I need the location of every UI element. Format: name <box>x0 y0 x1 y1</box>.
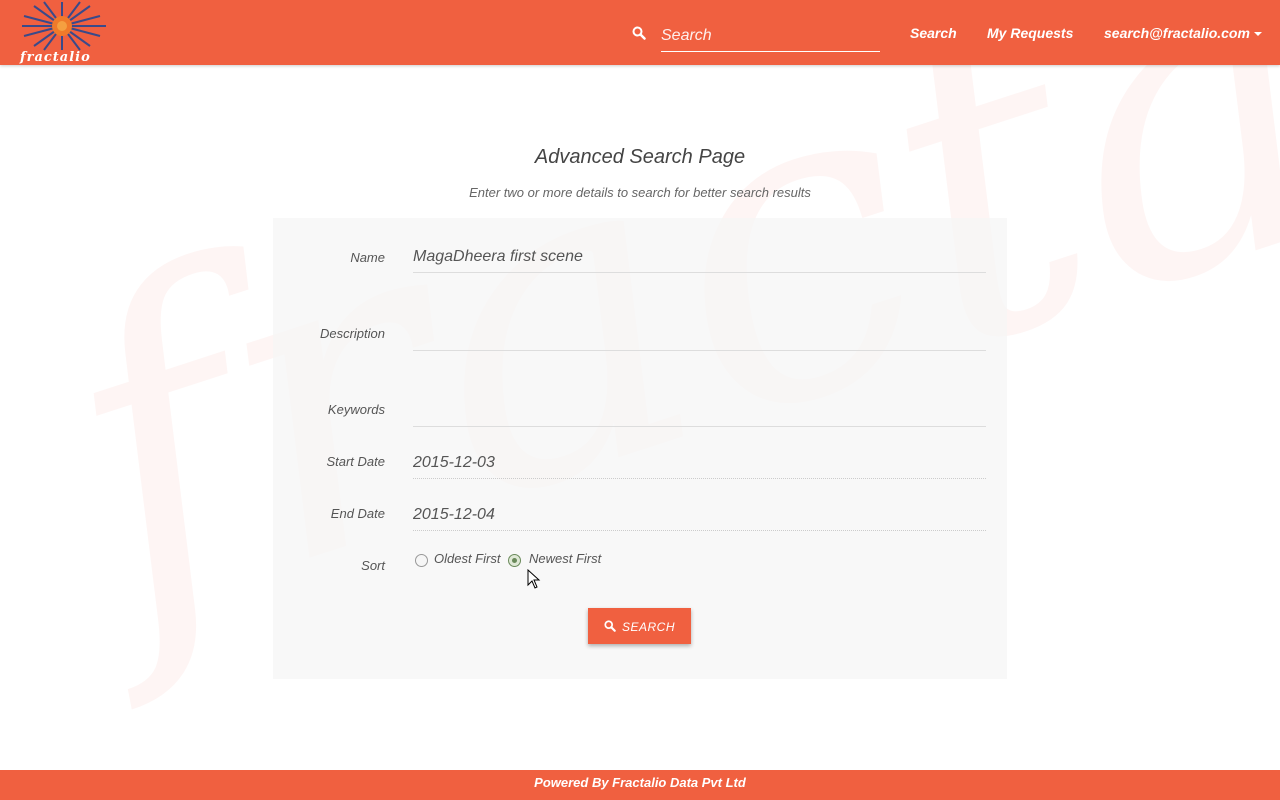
header-search-input[interactable] <box>661 20 880 52</box>
search-button-label: SEARCH <box>621 619 675 634</box>
nav-search-link[interactable]: Search <box>910 25 957 41</box>
search-button[interactable]: SEARCH <box>588 608 691 644</box>
page-subtitle: Enter two or more details to search for … <box>469 185 811 200</box>
sort-oldest-label[interactable]: Oldest First <box>434 551 500 566</box>
logo-mark-icon <box>22 1 106 51</box>
description-label: Description <box>319 326 385 341</box>
name-label: Name <box>350 250 385 265</box>
logo[interactable]: fractalio <box>14 0 114 65</box>
search-icon <box>604 620 616 633</box>
caret-down-icon <box>1253 32 1262 37</box>
description-field[interactable] <box>413 319 986 351</box>
user-menu-dropdown[interactable]: search@fractalio.com <box>1104 25 1262 41</box>
sort-label: Sort <box>361 558 385 573</box>
end-date-field[interactable] <box>413 499 986 531</box>
start-date-field[interactable] <box>413 447 986 479</box>
footer: Powered By Fractalio Data Pvt Ltd <box>0 770 1280 800</box>
name-field[interactable] <box>413 241 986 273</box>
sort-oldest-radio[interactable] <box>415 554 428 567</box>
logo-text: fractalio <box>20 50 91 65</box>
keywords-field[interactable] <box>413 395 986 427</box>
user-email: search@fractalio.com <box>1104 25 1250 41</box>
advanced-search-form: Name Description Keywords Start Date End… <box>273 218 1007 679</box>
top-navbar: fractalio Search My Requests search@frac… <box>0 0 1280 65</box>
sort-newest-radio[interactable] <box>508 554 521 567</box>
page-title: Advanced Search Page <box>534 146 746 168</box>
search-icon[interactable] <box>632 26 646 40</box>
mouse-pointer-icon <box>527 569 541 589</box>
start-date-label: Start Date <box>326 454 385 469</box>
sort-newest-label[interactable]: Newest First <box>529 551 601 566</box>
nav-my-requests-link[interactable]: My Requests <box>987 25 1073 41</box>
keywords-label: Keywords <box>327 402 385 417</box>
end-date-label: End Date <box>330 506 385 521</box>
